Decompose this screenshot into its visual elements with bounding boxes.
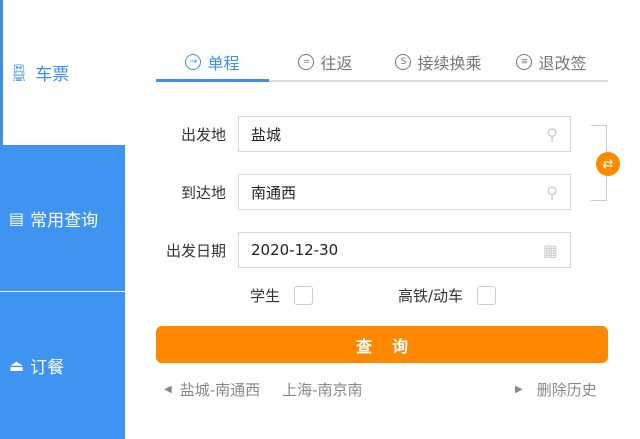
- sidebar-item-tickets[interactable]: 🚆︎车票: [0, 0, 125, 145]
- search-button[interactable]: 查询: [156, 326, 608, 363]
- swap-stations-button[interactable]: ⇄: [596, 152, 620, 176]
- tab-transfer[interactable]: S接续换乘: [382, 44, 495, 80]
- location-pin-icon[interactable]: ⚲: [546, 183, 558, 202]
- sidebar-item-common-query[interactable]: ▤常用查询: [0, 145, 125, 291]
- search-doc-icon: ▤: [9, 209, 24, 228]
- highspeed-checkbox[interactable]: [477, 286, 496, 305]
- trip-tabs: →单程 =往返 S接续换乘 ≡退改签: [156, 44, 608, 82]
- history-list: ◀ 盐城-南通西 上海-南京南: [164, 379, 363, 400]
- sidebar-item-meal[interactable]: ⏏订餐: [0, 292, 125, 439]
- from-row: 出发地 盐城⚲: [156, 116, 571, 152]
- tab-refund-change[interactable]: ≡退改签: [495, 44, 608, 80]
- to-row: 到达地 南通西⚲: [156, 174, 571, 210]
- calendar-icon[interactable]: ▦: [543, 241, 558, 260]
- list-icon: ≡: [516, 54, 532, 70]
- tab-one-way[interactable]: →单程: [156, 44, 269, 82]
- student-checkbox[interactable]: [294, 286, 313, 305]
- sidebar: 🚆︎车票 ▤常用查询 ⏏订餐: [0, 0, 125, 439]
- triangle-right-icon: ▶: [515, 384, 523, 395]
- student-option: 学生: [250, 285, 313, 306]
- to-input[interactable]: 南通西⚲: [238, 174, 571, 210]
- from-input[interactable]: 盐城⚲: [238, 116, 571, 152]
- tab-round-trip[interactable]: =往返: [269, 44, 382, 80]
- transfer-icon: S: [395, 54, 411, 70]
- equals-icon: =: [298, 54, 314, 70]
- delete-history[interactable]: ▶ 删除历史: [515, 379, 597, 400]
- location-pin-icon[interactable]: ⚲: [546, 125, 558, 144]
- history-item[interactable]: 上海-南京南: [282, 379, 362, 400]
- triangle-left-icon: ◀: [164, 384, 172, 395]
- arrow-icon: →: [185, 54, 201, 70]
- history-item[interactable]: 盐城-南通西: [180, 379, 260, 400]
- date-input[interactable]: 2020-12-30▦: [238, 232, 571, 268]
- meal-icon: ⏏: [9, 356, 24, 375]
- train-icon: 🚆︎: [9, 63, 29, 82]
- highspeed-option: 高铁/动车: [398, 285, 496, 306]
- date-row: 出发日期 2020-12-30▦: [156, 232, 571, 268]
